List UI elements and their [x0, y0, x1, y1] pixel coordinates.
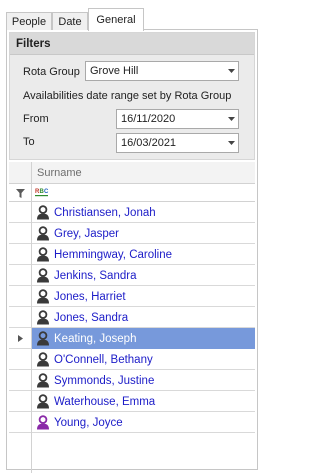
person-name: Symmonds, Justine [54, 374, 155, 387]
row-indicator[interactable] [9, 244, 32, 265]
person-name: O'Connell, Bethany [54, 353, 153, 366]
row-indicator[interactable] [9, 307, 32, 328]
person-icon [35, 310, 51, 326]
row-indicator[interactable] [9, 202, 32, 223]
tab-date[interactable]: Date [52, 12, 88, 30]
from-label: From [23, 113, 49, 125]
filter-funnel-icon [9, 184, 32, 202]
row-indicator[interactable] [9, 286, 32, 307]
person-name: Christiansen, Jonah [54, 206, 156, 219]
svg-text:C: C [44, 189, 49, 195]
general-tab-panel: Filters Rota Group Grove Hill Availabili… [6, 30, 258, 473]
table-row[interactable]: O'Connell, Bethany [9, 349, 255, 370]
table-row[interactable]: Hemmingway, Caroline [9, 244, 255, 265]
surname-filter-cell[interactable]: R B C [35, 186, 49, 201]
row-indicator[interactable] [9, 223, 32, 244]
surname-cell[interactable]: Waterhouse, Emma [32, 391, 255, 412]
person-icon [35, 352, 51, 368]
grid-header-indicator [9, 162, 32, 184]
rbc-text-filter-icon: R B C [35, 189, 49, 201]
chevron-down-icon[interactable] [224, 110, 238, 128]
column-header-surname[interactable]: Surname [37, 162, 82, 184]
filters-title: Filters [10, 33, 254, 55]
to-date-value: 16/03/2021 [121, 137, 177, 149]
person-name: Grey, Jasper [54, 227, 119, 240]
chevron-down-icon[interactable] [224, 62, 238, 80]
person-icon [35, 331, 51, 347]
person-name: Keating, Joseph [54, 332, 137, 345]
tab-strip: People Date General [6, 8, 258, 31]
from-date-value: 16/11/2020 [121, 113, 176, 125]
table-row[interactable]: Waterhouse, Emma [9, 391, 255, 412]
to-date-picker[interactable]: 16/03/2021 [116, 133, 239, 153]
person-name: Jones, Sandra [54, 311, 129, 324]
surname-cell[interactable]: Jones, Sandra [32, 307, 255, 328]
table-row[interactable]: Jenkins, Sandra [9, 265, 255, 286]
grid-header: Surname [9, 162, 255, 184]
row-indicator-column [9, 433, 32, 473]
surname-cell[interactable]: Keating, Joseph [32, 328, 255, 349]
person-icon [35, 415, 51, 431]
surname-cell[interactable]: Hemmingway, Caroline [32, 244, 255, 265]
filters-group: Filters Rota Group Grove Hill Availabili… [9, 32, 255, 160]
surname-cell[interactable]: Jenkins, Sandra [32, 265, 255, 286]
row-indicator[interactable] [9, 391, 32, 412]
table-row[interactable]: Young, Joyce [9, 412, 255, 433]
tab-people[interactable]: People [6, 12, 52, 30]
table-row[interactable]: Grey, Jasper [9, 223, 255, 244]
people-grid: Surname R B C Christiansen, Jonah Grey, J… [9, 162, 255, 473]
row-indicator[interactable] [9, 328, 32, 349]
table-row[interactable]: Keating, Joseph [9, 328, 255, 349]
person-icon [35, 289, 51, 305]
row-indicator[interactable] [9, 349, 32, 370]
person-name: Waterhouse, Emma [54, 395, 156, 408]
date-range-note: Availabilities date range set by Rota Gr… [23, 90, 232, 102]
surname-cell[interactable]: O'Connell, Bethany [32, 349, 255, 370]
rota-group-dropdown[interactable]: Grove Hill [85, 61, 239, 81]
row-indicator[interactable] [9, 412, 32, 433]
person-icon [35, 226, 51, 242]
table-row[interactable]: Symmonds, Justine [9, 370, 255, 391]
from-date-picker[interactable]: 16/11/2020 [116, 109, 239, 129]
person-name: Jones, Harriet [54, 290, 126, 303]
row-indicator[interactable] [9, 265, 32, 286]
surname-cell[interactable]: Young, Joyce [32, 412, 255, 433]
grid-rows: Christiansen, Jonah Grey, Jasper Hemmingwa… [9, 202, 255, 473]
person-icon [35, 247, 51, 263]
person-name: Hemmingway, Caroline [54, 248, 173, 261]
chevron-down-icon[interactable] [224, 134, 238, 152]
table-row[interactable]: Jones, Sandra [9, 307, 255, 328]
table-row[interactable]: Christiansen, Jonah [9, 202, 255, 223]
to-label: To [23, 136, 35, 148]
tab-general[interactable]: General [88, 8, 144, 31]
table-row[interactable]: Jones, Harriet [9, 286, 255, 307]
person-icon [35, 394, 51, 410]
surname-cell[interactable]: Symmonds, Justine [32, 370, 255, 391]
rota-group-value: Grove Hill [90, 65, 139, 77]
filter-row: R B C [9, 184, 255, 202]
person-name: Young, Joyce [54, 416, 123, 429]
row-pointer-icon [17, 333, 23, 345]
person-name: Jenkins, Sandra [54, 269, 137, 282]
surname-cell[interactable]: Jones, Harriet [32, 286, 255, 307]
person-icon [35, 268, 51, 284]
person-icon [35, 373, 51, 389]
surname-cell[interactable]: Grey, Jasper [32, 223, 255, 244]
row-indicator[interactable] [9, 370, 32, 391]
person-icon [35, 205, 51, 221]
rota-group-label: Rota Group [23, 66, 80, 78]
surname-cell[interactable]: Christiansen, Jonah [32, 202, 255, 223]
